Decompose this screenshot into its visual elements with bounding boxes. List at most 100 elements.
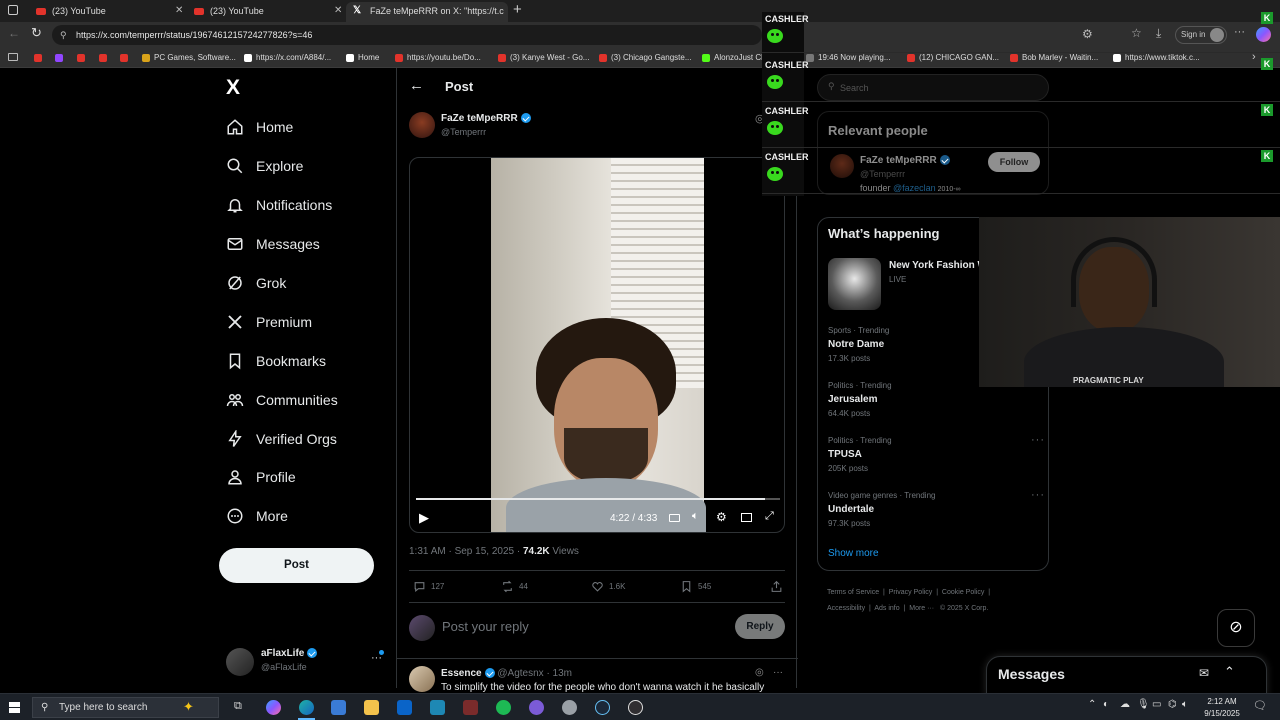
steam-icon[interactable] [595,700,610,715]
grok-floating-button[interactable]: ⊘ [1217,609,1255,647]
downloads-icon[interactable]: ⤓ [1156,26,1161,41]
nav-profile[interactable]: Profile [226,462,296,492]
clock-date[interactable]: 9/15/2025 [1197,709,1247,718]
footer-link[interactable]: Terms of Service [827,589,879,596]
nav-more[interactable]: More [226,501,288,531]
copilot-icon[interactable] [266,700,281,715]
x-logo-icon[interactable]: X [226,76,240,100]
bookmark-item[interactable] [120,48,132,68]
nav-messages[interactable]: Messages [226,229,320,259]
spotify-icon[interactable] [496,700,511,715]
bookmark-item[interactable]: (3) Kanye West - Go... [498,48,589,68]
more-options-icon[interactable]: ··· [773,667,783,678]
like-action[interactable]: 1.6K [591,580,625,593]
network-icon[interactable]: ⌬ [1168,699,1177,710]
footer-link[interactable]: More ··· [909,605,934,612]
tray-icon[interactable]: ▭ [1152,699,1161,710]
new-tab-icon[interactable]: + [513,1,522,18]
clock-time[interactable]: 2:12 AM [1197,697,1247,706]
bookmark-item[interactable]: https://youtu.be/Do... [395,48,481,68]
back-arrow-icon[interactable]: ← [409,77,424,94]
taskbar-search[interactable]: ⚲ Type here to search ✦ [32,697,219,718]
fullscreen-icon[interactable]: ⤢ [765,510,774,523]
app-icon[interactable] [562,700,577,715]
bookmark-item[interactable]: Home [346,48,379,68]
nav-home[interactable]: Home [226,112,293,142]
task-view-icon[interactable]: ⧉ [234,700,242,713]
copilot-icon[interactable] [1256,27,1271,42]
reply-button[interactable]: Reply [735,614,785,639]
browser-tab-active[interactable]: 𝕏 FaZe teMpeRRR on X: "https://t.c [346,2,508,22]
trend-item[interactable]: Video game genres · Trending Undertale 9… [828,489,1045,528]
bio-link[interactable]: @fazeclan [893,183,936,193]
more-options-icon[interactable]: ··· [1031,489,1045,501]
picture-in-picture-icon[interactable] [741,513,752,522]
outlook-icon[interactable] [397,700,412,715]
video-progress-track[interactable] [416,498,780,500]
bookmark-item[interactable]: Bob Marley - Waitin... [1010,48,1098,68]
reply-author[interactable]: Essence @Agtesnx · 13m [441,668,572,679]
search-bar[interactable]: ⚲ Search [817,74,1049,101]
repost-action[interactable]: 44 [501,580,528,593]
captions-icon[interactable] [669,514,680,522]
store-icon[interactable] [331,700,346,715]
new-message-icon[interactable]: ✉ [1199,666,1209,680]
trend-item[interactable]: Politics · Trending TPUSA 205K posts ··· [828,434,1045,473]
browser-tab[interactable]: (23) YouTube ✕ [188,2,346,22]
person-name[interactable]: FaZe teMpeRRR [860,155,950,166]
author-avatar[interactable] [409,112,435,138]
app-icon[interactable] [430,700,445,715]
back-icon[interactable]: ← [8,26,20,40]
edge-icon[interactable] [299,700,314,715]
bookmark-item[interactable] [99,48,111,68]
favorites-icon[interactable]: ☆ [1131,26,1142,40]
bookmark-item[interactable]: https://www.tiktok.c... [1113,48,1200,68]
account-switcher[interactable]: aFlaxLife @aFlaxLife ··· [226,646,386,678]
windows-start-icon[interactable] [9,702,20,713]
show-more-link[interactable]: Show more [828,548,879,559]
bookmark-item[interactable]: 19:46 Now playing... [806,48,891,68]
browser-tab[interactable]: (23) YouTube ✕ [28,2,188,22]
nav-notifications[interactable]: Notifications [226,190,332,220]
nav-verified-orgs[interactable]: Verified Orgs [226,424,337,454]
footer-link[interactable]: Privacy Policy [889,589,933,596]
url-field[interactable]: ⚲ https://x.com/temperrr/status/19674612… [52,25,762,45]
tray-icon[interactable]: ◐ [1103,699,1109,710]
notifications-icon[interactable]: 🗨︎ [1253,699,1267,712]
site-info-icon[interactable]: ⚲ [60,25,67,45]
follow-button[interactable]: Follow [988,152,1040,172]
footer-link[interactable]: Accessibility [827,605,865,612]
close-tab-icon[interactable]: ✕ [334,2,342,20]
menu-icon[interactable]: ··· [1234,26,1245,38]
avatar[interactable] [409,666,435,692]
nav-communities[interactable]: Communities [226,385,338,415]
share-action[interactable] [770,580,788,593]
play-icon[interactable]: ▶ [419,510,429,526]
collections-icon[interactable] [8,53,18,61]
volume-icon[interactable]: 🔈︎ [1182,699,1188,710]
app-icon[interactable] [463,700,478,715]
nav-bookmarks[interactable]: Bookmarks [226,346,326,376]
bookmark-item[interactable] [34,48,46,68]
bookmark-item[interactable] [55,48,67,68]
settings-icon[interactable]: ⚙ [716,510,727,524]
tab-actions-icon[interactable] [8,5,18,15]
extensions-icon[interactable]: ⚙ [1082,27,1093,41]
messages-drawer[interactable]: Messages ✉ ⌃ [986,656,1267,696]
microphone-icon[interactable]: 🎙︎ [1137,699,1150,710]
footer-link[interactable]: Cookie Policy [942,589,984,596]
more-options-icon[interactable]: ··· [1031,434,1045,446]
video-player[interactable]: ▶ 4:22 / 4:33 🔈︎ ⚙ ⤢ [409,157,785,533]
footer-link[interactable]: Ads info [874,605,899,612]
bookmark-item[interactable]: (12) CHICAGO GAN... [907,48,999,68]
tray-icon[interactable]: ☁ [1120,699,1130,710]
post-button[interactable]: Post [219,548,374,583]
obs-icon[interactable] [628,700,643,715]
bookmark-item[interactable] [77,48,89,68]
nav-grok[interactable]: Grok [226,268,286,298]
expand-icon[interactable]: ⌃ [1224,664,1235,680]
bookmark-item[interactable]: (3) Chicago Gangste... [599,48,691,68]
grok-icon[interactable]: ◎ [755,667,764,678]
bookmark-item[interactable]: PC Games, Software... [142,48,236,68]
close-tab-icon[interactable]: ✕ [175,2,183,20]
